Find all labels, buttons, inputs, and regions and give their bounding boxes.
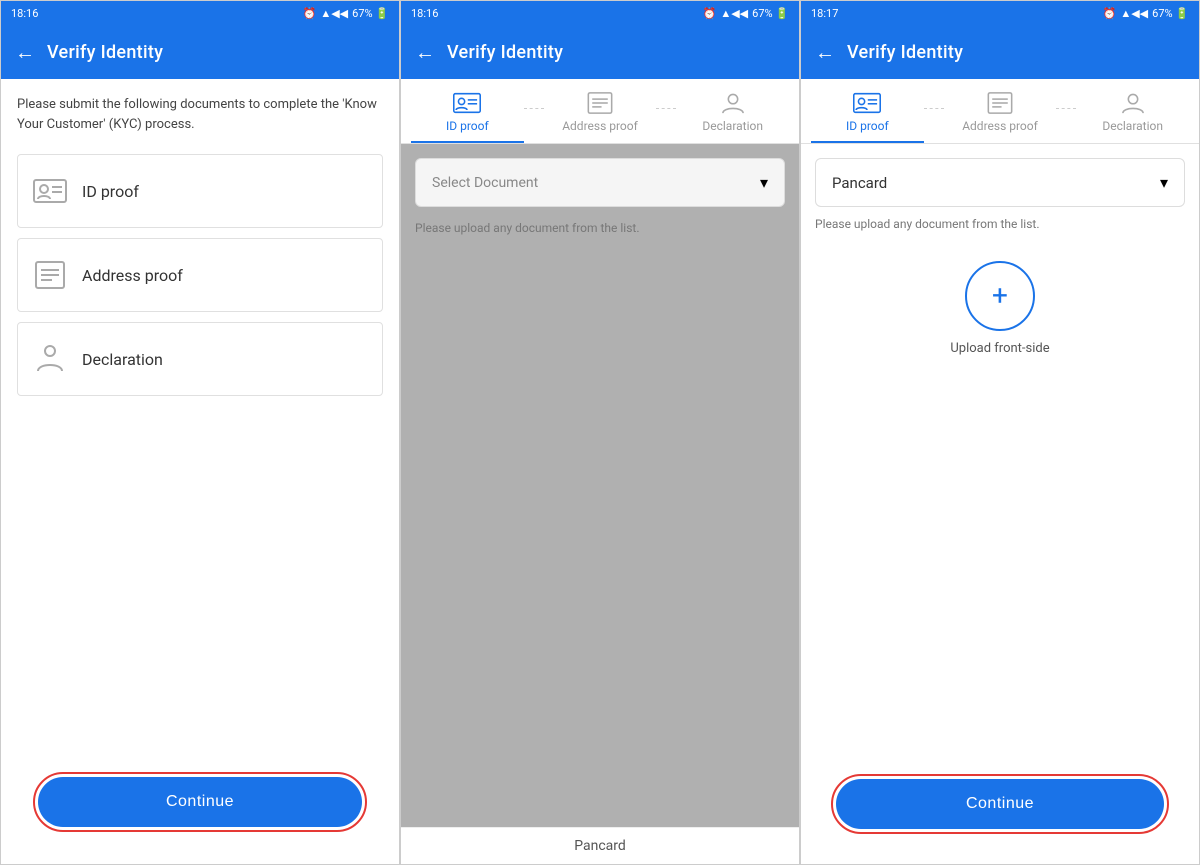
status-time-3: 18:17 bbox=[811, 7, 838, 20]
continue-button-1[interactable]: Continue bbox=[38, 777, 362, 827]
tab-id-proof-icon-3 bbox=[853, 91, 881, 115]
status-icons-3: ⏰ ▲◀◀ 67% 🔋 bbox=[1103, 7, 1189, 20]
pancard-chevron-icon: ▾ bbox=[1160, 173, 1168, 192]
address-proof-label: Address proof bbox=[82, 266, 183, 285]
kyc-description: Please submit the following documents to… bbox=[17, 95, 383, 134]
tab-id-proof-3[interactable]: ID proof bbox=[811, 91, 924, 143]
selected-document-text: Pancard bbox=[832, 174, 887, 192]
status-time-1: 18:16 bbox=[11, 7, 38, 20]
upload-circle-button[interactable]: + bbox=[965, 261, 1035, 331]
tab-address-proof-label-3: Address proof bbox=[962, 119, 1038, 133]
screen2-bottom: Pancard bbox=[401, 827, 799, 864]
tab-address-proof-label-2: Address proof bbox=[562, 119, 638, 133]
tab-declaration-3[interactable]: Declaration bbox=[1076, 91, 1189, 143]
id-proof-icon bbox=[32, 173, 68, 209]
tab-connector-1-2 bbox=[524, 91, 544, 143]
tab-address-proof-2[interactable]: Address proof bbox=[544, 91, 657, 143]
upload-front-label: Upload front-side bbox=[950, 341, 1049, 356]
id-proof-label: ID proof bbox=[82, 182, 139, 201]
tab-declaration-label-3: Declaration bbox=[1102, 119, 1163, 133]
tab-connector-2-2 bbox=[656, 91, 676, 143]
pancard-dropdown[interactable]: Pancard ▾ bbox=[815, 158, 1185, 207]
tab-id-proof-label-3: ID proof bbox=[846, 119, 889, 133]
upload-front-section: + Upload front-side bbox=[815, 261, 1185, 356]
header-1: ← Verify Identity bbox=[1, 25, 399, 79]
screen1-body: Please submit the following documents to… bbox=[1, 79, 399, 864]
tab-declaration-icon-3 bbox=[1119, 91, 1147, 115]
tab-declaration-label-2: Declaration bbox=[702, 119, 763, 133]
upload-hint-2: Please upload any document from the list… bbox=[415, 221, 785, 235]
screen3: 18:17 ⏰ ▲◀◀ 67% 🔋 ← Verify Identity ID p… bbox=[800, 0, 1200, 865]
header-2: ← Verify Identity bbox=[401, 25, 799, 79]
screen2-body: Select Document ▾ Please upload any docu… bbox=[401, 144, 799, 827]
select-document-placeholder: Select Document bbox=[432, 175, 538, 191]
continue-btn-wrapper-3: Continue bbox=[831, 774, 1169, 834]
select-document-dropdown[interactable]: Select Document ▾ bbox=[415, 158, 785, 207]
continue-btn-container-3: Continue bbox=[815, 758, 1185, 850]
tab-id-proof-2[interactable]: ID proof bbox=[411, 91, 524, 143]
header-title-2: Verify Identity bbox=[447, 42, 563, 63]
bottom-pancard-text: Pancard bbox=[574, 838, 626, 854]
tab-connector-1-3 bbox=[924, 91, 944, 143]
declaration-label: Declaration bbox=[82, 350, 163, 369]
continue-btn-container-1: Continue bbox=[17, 756, 383, 848]
declaration-icon bbox=[32, 341, 68, 377]
back-button-3[interactable]: ← bbox=[815, 40, 835, 65]
kyc-item-address-proof[interactable]: Address proof bbox=[17, 238, 383, 312]
continue-btn-wrapper-1: Continue bbox=[33, 772, 367, 832]
tab-address-proof-3[interactable]: Address proof bbox=[944, 91, 1057, 143]
continue-button-3[interactable]: Continue bbox=[836, 779, 1164, 829]
tab-address-proof-icon-2 bbox=[586, 91, 614, 115]
tab-bar-2: ID proof Address proof Declaration bbox=[401, 79, 799, 144]
status-time-2: 18:16 bbox=[411, 7, 438, 20]
tab-declaration-icon-2 bbox=[719, 91, 747, 115]
tab-connector-2-3 bbox=[1056, 91, 1076, 143]
back-button-2[interactable]: ← bbox=[415, 40, 435, 65]
status-icons-2: ⏰ ▲◀◀ 67% 🔋 bbox=[703, 7, 789, 20]
screen3-body: Pancard ▾ Please upload any document fro… bbox=[801, 144, 1199, 864]
upload-hint-3: Please upload any document from the list… bbox=[815, 217, 1185, 231]
dropdown-chevron-icon: ▾ bbox=[760, 173, 768, 192]
header-title-1: Verify Identity bbox=[47, 42, 163, 63]
status-bar-1: 18:16 ⏰ ▲◀◀ 67% 🔋 bbox=[1, 1, 399, 25]
header-3: ← Verify Identity bbox=[801, 25, 1199, 79]
back-button-1[interactable]: ← bbox=[15, 40, 35, 65]
tab-id-proof-label-2: ID proof bbox=[446, 119, 489, 133]
kyc-item-id-proof[interactable]: ID proof bbox=[17, 154, 383, 228]
tab-id-proof-icon-2 bbox=[453, 91, 481, 115]
screen1: 18:16 ⏰ ▲◀◀ 67% 🔋 ← Verify Identity Plea… bbox=[0, 0, 400, 865]
screen2: 18:16 ⏰ ▲◀◀ 67% 🔋 ← Verify Identity ID p… bbox=[400, 0, 800, 865]
status-icons-1: ⏰ ▲◀◀ 67% 🔋 bbox=[303, 7, 389, 20]
status-bar-2: 18:16 ⏰ ▲◀◀ 67% 🔋 bbox=[401, 1, 799, 25]
status-bar-3: 18:17 ⏰ ▲◀◀ 67% 🔋 bbox=[801, 1, 1199, 25]
tab-address-proof-icon-3 bbox=[986, 91, 1014, 115]
kyc-item-declaration[interactable]: Declaration bbox=[17, 322, 383, 396]
plus-icon: + bbox=[992, 282, 1008, 310]
tab-bar-3: ID proof Address proof Declaration bbox=[801, 79, 1199, 144]
address-proof-icon bbox=[32, 257, 68, 293]
header-title-3: Verify Identity bbox=[847, 42, 963, 63]
tab-declaration-2[interactable]: Declaration bbox=[676, 91, 789, 143]
